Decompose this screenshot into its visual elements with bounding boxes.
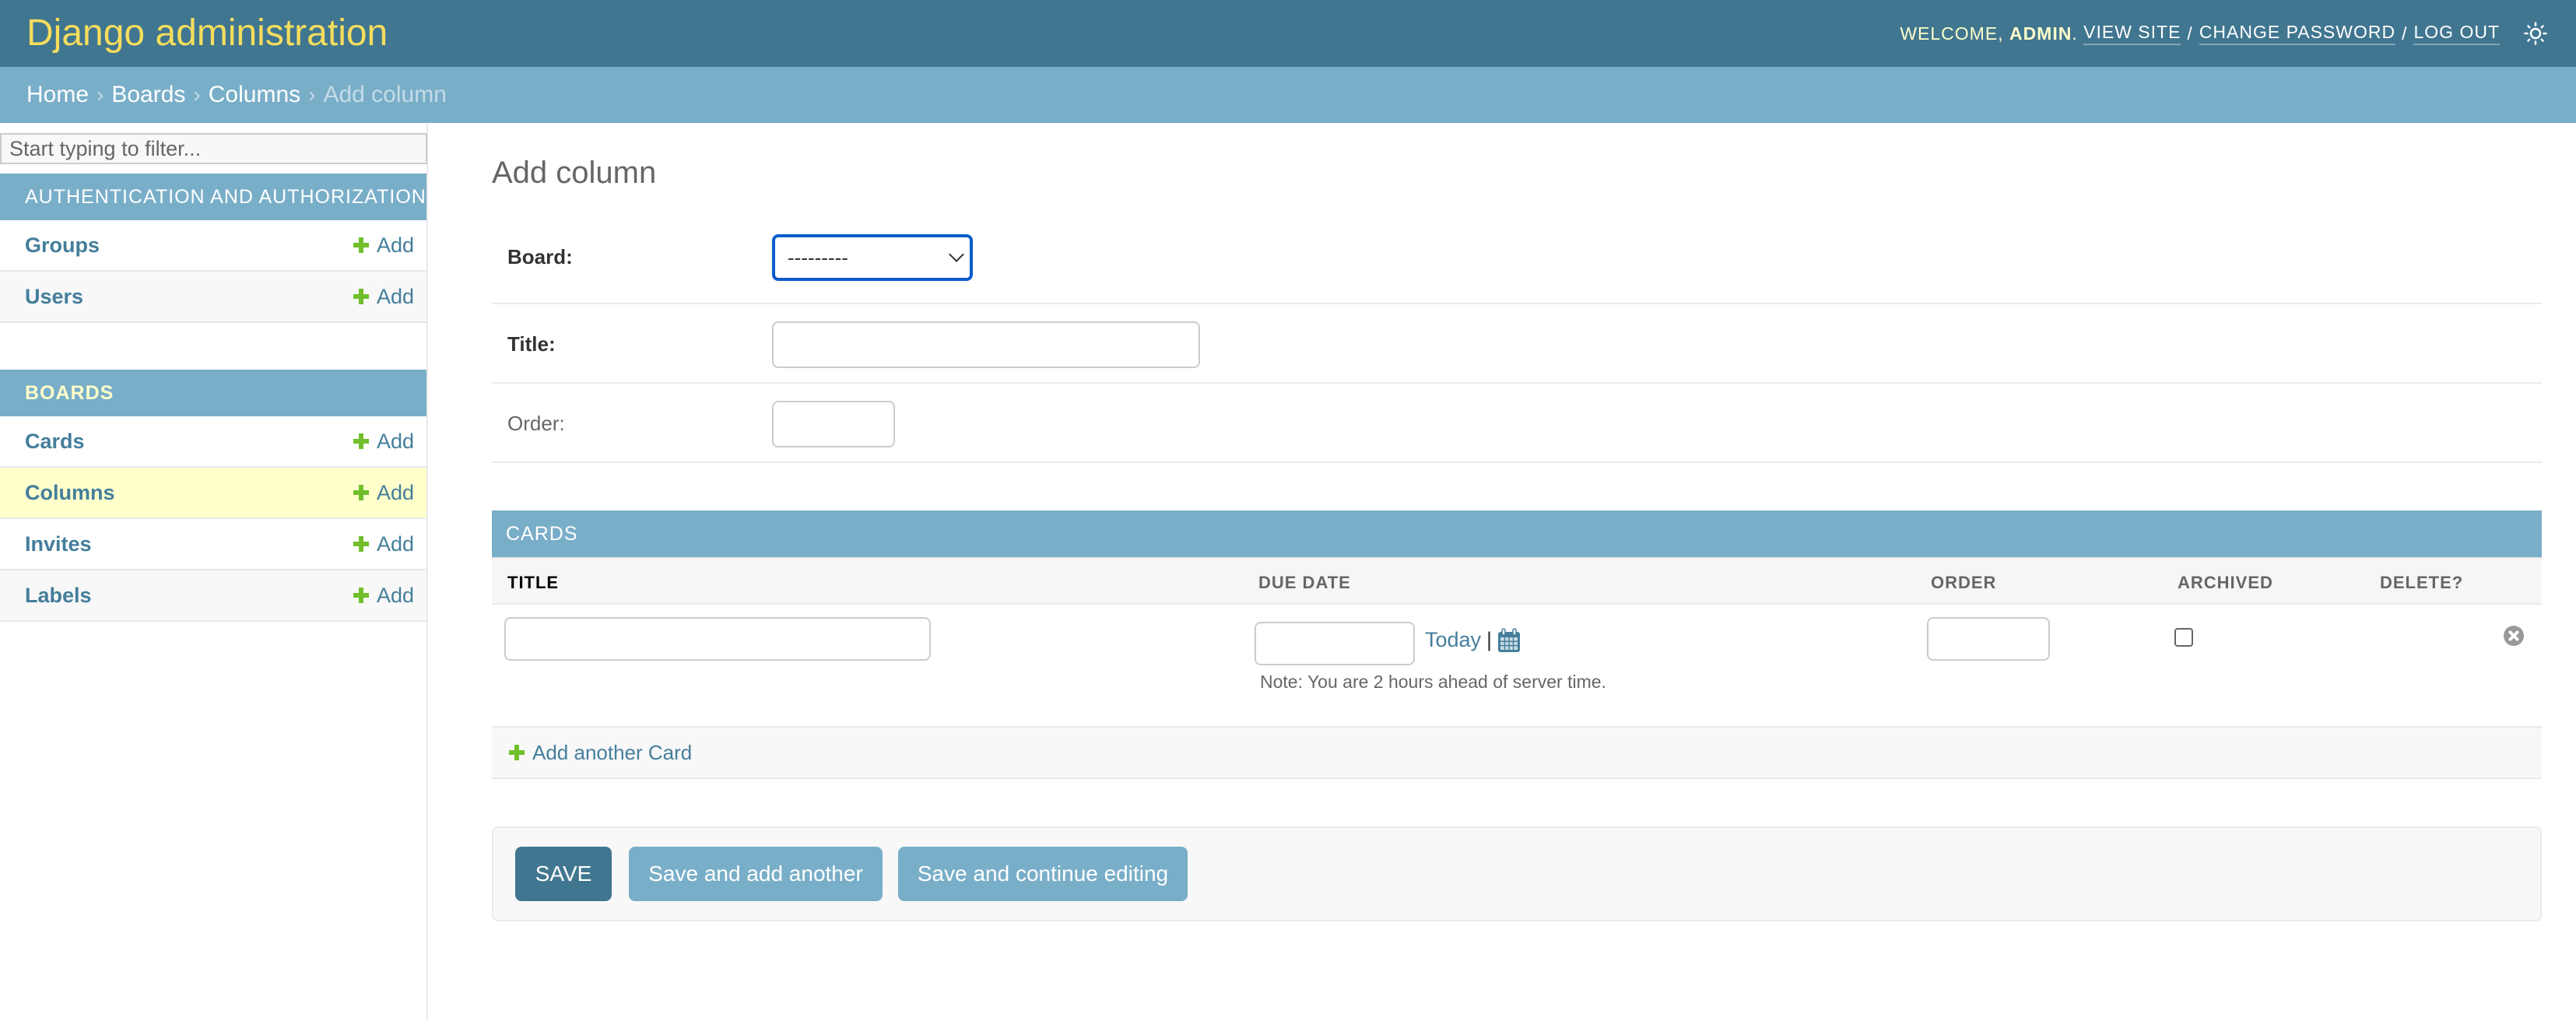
- plus-icon: [353, 433, 369, 449]
- breadcrumb-separator: ›: [97, 82, 104, 107]
- breadcrumb-current: Add column: [323, 82, 447, 107]
- add-another-card-link[interactable]: Add another Card: [509, 741, 692, 765]
- card-title-input[interactable]: [504, 617, 931, 661]
- sidebar-item-invites: Invites Add: [0, 519, 426, 570]
- breadcrumb-separator: ›: [308, 82, 316, 107]
- plus-icon: [353, 588, 369, 603]
- breadcrumb-boards[interactable]: Boards: [111, 82, 185, 108]
- sidebar-link-labels[interactable]: Labels: [25, 584, 92, 608]
- welcome-text: Welcome,: [1900, 23, 2004, 44]
- calendar-button[interactable]: [1497, 628, 1521, 657]
- add-label: Add: [376, 233, 414, 257]
- sun-icon: [2524, 22, 2547, 45]
- sidebar-link-columns[interactable]: Columns: [25, 481, 115, 505]
- add-label: Add: [376, 284, 414, 308]
- due-date-input[interactable]: [1255, 622, 1415, 665]
- site-branding[interactable]: Django administration: [26, 15, 388, 52]
- column-header-title: Title: [507, 573, 560, 592]
- plus-icon: [353, 485, 369, 500]
- view-site-link[interactable]: View site: [2083, 22, 2181, 45]
- save-button[interactable]: Save: [515, 847, 612, 901]
- add-users-link[interactable]: Add: [353, 285, 414, 309]
- sidebar-item-users: Users Add: [0, 272, 426, 323]
- add-groups-link[interactable]: Add: [353, 233, 414, 258]
- calendar-icon: [1498, 628, 1520, 652]
- board-label: Board:: [507, 245, 573, 268]
- sidebar-link-groups[interactable]: Groups: [25, 233, 100, 258]
- add-another-label: Add another Card: [532, 740, 693, 764]
- archived-checkbox[interactable]: [2174, 628, 2193, 647]
- board-select[interactable]: ---------: [772, 234, 973, 281]
- inline-table-header: Title Due date Order Archived Delete?: [492, 557, 2542, 605]
- submit-row: Save Save and add another Save and conti…: [492, 826, 2542, 921]
- breadcrumb-home[interactable]: Home: [26, 82, 89, 108]
- form-row-board: Board: ---------: [492, 217, 2542, 304]
- pipe-separator: |: [1486, 628, 1493, 651]
- plus-icon: [509, 745, 525, 760]
- add-label: Add: [376, 532, 414, 556]
- column-header-archived: Archived: [2178, 573, 2273, 592]
- plus-icon: [353, 289, 369, 304]
- add-invites-link[interactable]: Add: [353, 532, 414, 556]
- module-caption-auth[interactable]: Authentication and Authorization: [0, 174, 426, 220]
- save-and-continue-editing-button[interactable]: Save and continue editing: [898, 847, 1188, 901]
- delete-row-button[interactable]: [2503, 625, 2525, 651]
- page-title: Add column: [492, 156, 657, 190]
- breadcrumb-columns[interactable]: Columns: [209, 82, 300, 108]
- save-and-add-another-button[interactable]: Save and add another: [629, 847, 883, 901]
- add-label: Add: [376, 429, 414, 453]
- plus-icon: [353, 237, 369, 253]
- board-select-value: ---------: [788, 245, 848, 269]
- table-row: Today | Note: You are 2 hours ahead of s…: [492, 605, 2542, 726]
- delete-x-icon: [2504, 626, 2524, 646]
- add-label: Add: [376, 480, 414, 504]
- plus-icon: [353, 536, 369, 552]
- add-columns-link[interactable]: Add: [353, 481, 414, 505]
- sidebar-item-labels: Labels Add: [0, 570, 426, 622]
- nav-sidebar: Authentication and Authorization Groups …: [0, 123, 428, 1021]
- site-header: Django administration Welcome, admin. Vi…: [0, 0, 2576, 67]
- card-order-input[interactable]: [1927, 617, 2050, 661]
- column-header-due-date: Due date: [1258, 573, 1351, 592]
- sidebar-item-cards: Cards Add: [0, 416, 426, 468]
- inline-caption-cards: Cards: [492, 510, 2542, 557]
- sidebar-item-columns: Columns Add: [0, 468, 426, 519]
- order-input[interactable]: [772, 401, 895, 447]
- today-link[interactable]: Today: [1425, 628, 1481, 652]
- add-label: Add: [376, 583, 414, 607]
- separator: /: [2187, 23, 2193, 44]
- title-input[interactable]: [772, 321, 1200, 368]
- add-cards-link[interactable]: Add: [353, 430, 414, 454]
- module-boards: Boards Cards Add Columns Add Invites Add…: [0, 370, 426, 622]
- sidebar-item-groups: Groups Add: [0, 220, 426, 272]
- separator: /: [2402, 23, 2408, 44]
- sidebar-link-users[interactable]: Users: [25, 285, 83, 309]
- form-row-title: Title:: [492, 304, 2542, 384]
- theme-toggle-button[interactable]: [2522, 19, 2550, 47]
- form-row-order: Order:: [492, 384, 2542, 463]
- username: admin: [2009, 23, 2072, 44]
- add-labels-link[interactable]: Add: [353, 584, 414, 608]
- sidebar-link-cards[interactable]: Cards: [25, 430, 85, 454]
- module-caption-boards[interactable]: Boards: [0, 370, 426, 416]
- log-out-link[interactable]: Log out: [2413, 22, 2500, 45]
- nav-filter-input[interactable]: [0, 133, 427, 164]
- breadcrumb-separator: ›: [193, 82, 201, 107]
- order-label: Order:: [507, 412, 565, 435]
- change-password-link[interactable]: Change password: [2199, 22, 2396, 45]
- module-auth: Authentication and Authorization Groups …: [0, 174, 426, 323]
- chevron-down-icon: [949, 247, 964, 262]
- breadcrumb: Home › Boards › Columns › Add column: [0, 67, 2576, 123]
- user-tools: Welcome, admin. View site / Change passw…: [1900, 19, 2550, 47]
- add-another-row: Add another Card: [492, 726, 2542, 779]
- sidebar-link-invites[interactable]: Invites: [25, 532, 92, 556]
- timezone-note: Note: You are 2 hours ahead of server ti…: [1260, 672, 1606, 692]
- column-header-order: Order: [1931, 573, 1997, 592]
- column-header-delete: Delete?: [2380, 573, 2464, 592]
- title-label: Title:: [507, 332, 556, 356]
